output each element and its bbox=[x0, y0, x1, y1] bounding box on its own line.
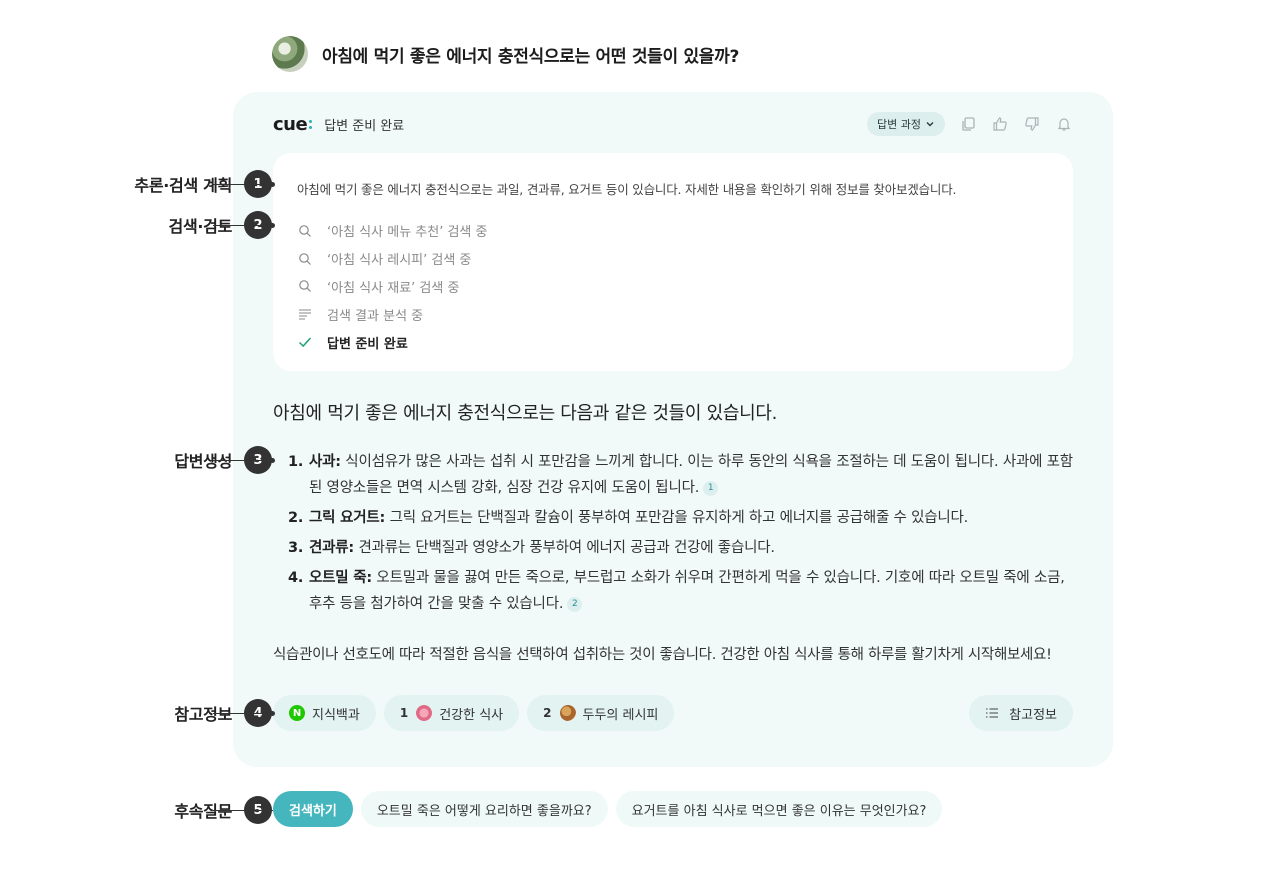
step-item: 검색 결과 분석 중 bbox=[297, 300, 488, 328]
food-thumb-icon bbox=[559, 705, 576, 721]
reference-label: 지식백과 bbox=[312, 707, 360, 723]
item-term: 견과류: bbox=[309, 540, 355, 556]
step-text: ‘아침 식사 메뉴 추천’ 검색 중 bbox=[327, 225, 488, 241]
list-icon bbox=[986, 708, 999, 718]
item-term: 오트밀 죽: bbox=[309, 570, 373, 586]
step-item: ‘아침 식사 재료’ 검색 중 bbox=[297, 273, 488, 301]
answer-list: 1. 사과: 식이섬유가 많은 사과는 섭취 시 포만감을 느끼게 합니다. 이는… bbox=[288, 449, 1073, 621]
list-item: 2. 그릭 요거트: 그릭 요거트는 단백질과 칼슘이 풍부하여 포만감을 유지하… bbox=[288, 505, 1073, 531]
annotation-connector bbox=[213, 713, 271, 714]
step-text: 검색 결과 분석 중 bbox=[327, 308, 424, 324]
list-item: 1. 사과: 식이섬유가 많은 사과는 섭취 시 포만감을 느끼게 합니다. 이는… bbox=[288, 449, 1073, 501]
search-icon bbox=[297, 251, 313, 267]
references-bar: N 지식백과 1 건강한 식사 2 두두의 레시피 참고정보 bbox=[273, 695, 1073, 731]
card-header: cue 답변 준비 완료 답변 과정 bbox=[273, 112, 1073, 136]
annotation-dot bbox=[270, 458, 275, 463]
references-button-label: 참고정보 bbox=[1009, 707, 1057, 723]
annotation-dot bbox=[270, 182, 275, 187]
naver-n-icon: N bbox=[289, 705, 305, 721]
annotation-connector bbox=[213, 810, 273, 811]
user-avatar bbox=[272, 36, 308, 72]
search-icon bbox=[297, 278, 313, 294]
list-item: 4. 오트밀 죽: 오트밀과 물을 끓여 만든 죽으로, 부드럽고 소화가 쉬우며… bbox=[288, 565, 1073, 617]
question-text: 아침에 먹기 좋은 에너지 충전식으로는 어떤 것들이 있을까? bbox=[322, 46, 740, 67]
lines-icon bbox=[297, 306, 313, 322]
copy-button[interactable] bbox=[959, 115, 977, 133]
step-text: ‘아침 식사 재료’ 검색 중 bbox=[327, 280, 460, 296]
cue-logo: cue bbox=[273, 113, 313, 135]
reference-chip[interactable]: 2 두두의 레시피 bbox=[527, 695, 675, 731]
chevron-down-icon bbox=[926, 122, 934, 127]
reference-chip[interactable]: 1 건강한 식사 bbox=[383, 695, 520, 731]
item-term: 그릭 요거트: bbox=[309, 510, 386, 526]
flower-thumb-icon bbox=[416, 705, 433, 721]
followup-chip[interactable]: 오트밀 죽은 어떻게 요리하면 좋을까요? bbox=[360, 791, 608, 827]
item-text: 그릭 요거트는 단백질과 칼슘이 풍부하여 포만감을 유지하게 하고 에너지를 … bbox=[385, 510, 969, 526]
reference-label: 건강한 식사 bbox=[439, 707, 504, 723]
annotation-connector bbox=[213, 460, 271, 461]
search-icon bbox=[297, 223, 313, 239]
item-number: 1. bbox=[288, 454, 304, 470]
bell-icon bbox=[1057, 118, 1071, 131]
item-number: 3. bbox=[288, 540, 304, 556]
reference-label: 두두의 레시피 bbox=[582, 707, 659, 723]
step-item-done: 답변 준비 완료 bbox=[297, 328, 488, 356]
annotation-connector bbox=[213, 225, 271, 226]
plan-text: 아침에 먹기 좋은 에너지 충전식으로는 과일, 견과류, 요거트 등이 있습니… bbox=[297, 182, 957, 197]
process-toggle-button[interactable]: 답변 과정 bbox=[867, 112, 945, 136]
item-text: 식이섬유가 많은 사과는 섭취 시 포만감을 느끼게 합니다. 이는 하루 동안… bbox=[309, 454, 1073, 496]
list-item: 3. 견과류: 견과류는 단백질과 영양소가 풍부하여 에너지 공급과 건강에 좋… bbox=[288, 535, 1073, 561]
user-question: 아침에 먹기 좋은 에너지 충전식으로는 어떤 것들이 있을까? bbox=[272, 36, 739, 72]
check-icon bbox=[297, 334, 313, 350]
step-text: ‘아침 식사 레시피’ 검색 중 bbox=[327, 253, 472, 269]
step-item: ‘아침 식사 레시피’ 검색 중 bbox=[297, 245, 488, 273]
followup-chip[interactable]: 요거트를 아침 식사로 먹으면 좋은 이유는 무엇인가요? bbox=[615, 791, 943, 827]
cue-logo-dots bbox=[309, 119, 313, 129]
annotation-connector bbox=[213, 184, 271, 185]
reference-chip[interactable]: N 지식백과 bbox=[273, 695, 376, 731]
copy-icon bbox=[962, 117, 975, 131]
citation-badge[interactable]: 1 bbox=[703, 480, 719, 496]
followup-bar: 검색하기 오트밀 죽은 어떻게 요리하면 좋을까요? 요거트를 아침 식사로 먹… bbox=[273, 791, 950, 827]
search-steps: ‘아침 식사 메뉴 추천’ 검색 중 ‘아침 식사 레시피’ 검색 중 ‘아침 … bbox=[297, 217, 488, 356]
citation-badge[interactable]: 2 bbox=[567, 596, 583, 612]
thumbs-down-button[interactable] bbox=[1023, 115, 1041, 133]
step-item: ‘아침 식사 메뉴 추천’ 검색 중 bbox=[297, 217, 488, 245]
item-term: 사과: bbox=[309, 454, 341, 470]
status-title: 답변 준비 완료 bbox=[324, 118, 405, 134]
step-text: 답변 준비 완료 bbox=[327, 336, 408, 352]
reference-number: 1 bbox=[399, 706, 409, 720]
item-number: 2. bbox=[288, 510, 304, 526]
process-label: 답변 과정 bbox=[877, 118, 921, 131]
answer-lead: 아침에 먹기 좋은 에너지 충전식으로는 다음과 같은 것들이 있습니다. bbox=[273, 403, 778, 424]
notify-button[interactable] bbox=[1055, 115, 1073, 133]
reasoning-panel: 아침에 먹기 좋은 에너지 충전식으로는 과일, 견과류, 요거트 등이 있습니… bbox=[273, 153, 1073, 371]
item-number: 4. bbox=[288, 570, 304, 586]
thumbs-up-icon bbox=[993, 117, 1007, 131]
item-text: 오트밀과 물을 끓여 만든 죽으로, 부드럽고 소화가 쉬우며 간편하게 먹을 … bbox=[309, 570, 1065, 612]
references-button[interactable]: 참고정보 bbox=[969, 695, 1073, 731]
answer-closing: 식습관이나 선호도에 따라 적절한 음식을 선택하여 섭취하는 것이 좋습니다.… bbox=[273, 647, 1052, 663]
annotation-dot bbox=[270, 223, 275, 228]
item-text: 견과류는 단백질과 영양소가 풍부하여 에너지 공급과 건강에 좋습니다. bbox=[354, 540, 775, 556]
reference-number: 2 bbox=[543, 706, 552, 720]
search-button[interactable]: 검색하기 bbox=[273, 791, 353, 827]
annotation-dot bbox=[270, 711, 275, 716]
cue-logo-text: cue bbox=[273, 113, 308, 135]
thumbs-down-icon bbox=[1025, 117, 1039, 131]
answer-card: cue 답변 준비 완료 답변 과정 아침에 먹기 좋은 에너지 충전식으로는 bbox=[233, 92, 1113, 767]
thumbs-up-button[interactable] bbox=[991, 115, 1009, 133]
